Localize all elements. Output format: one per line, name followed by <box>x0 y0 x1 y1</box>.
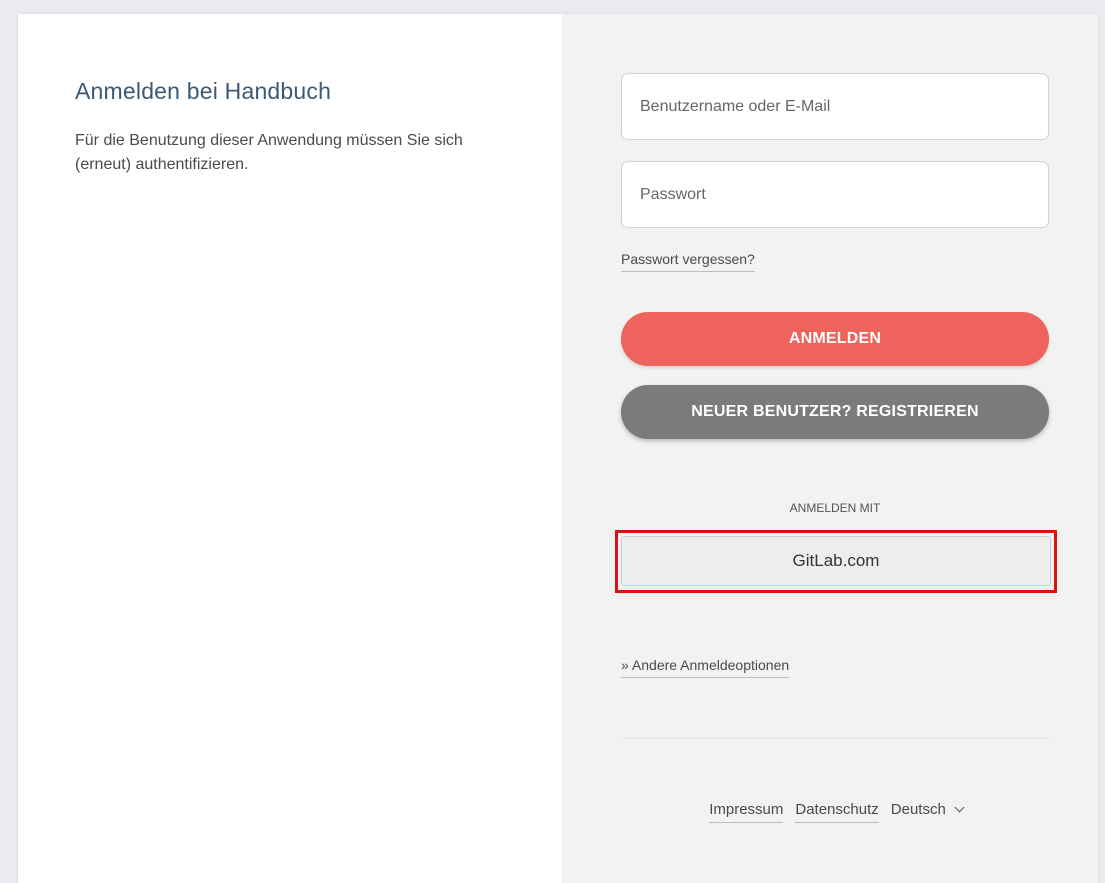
imprint-link[interactable]: Impressum <box>709 801 784 823</box>
external-login-heading: ANMELDEN MIT <box>789 501 881 515</box>
privacy-link[interactable]: Datenschutz <box>795 801 879 823</box>
login-button[interactable]: ANMELDEN <box>621 312 1049 366</box>
login-form-panel: Passwort vergessen? ANMELDEN NEUER BENUT… <box>562 14 1098 883</box>
gitlab-login-button[interactable]: GitLab.com <box>621 536 1051 586</box>
language-label: Deutsch <box>890 801 946 818</box>
register-button[interactable]: NEUER BENUTZER? REGISTRIEREN <box>621 385 1049 439</box>
chevron-down-icon <box>954 802 965 813</box>
footer: Impressum Datenschutz Deutsch <box>621 801 1051 823</box>
gitlab-highlight-box: GitLab.com <box>615 530 1057 593</box>
other-login-options-link[interactable]: » Andere Anmeldeoptionen <box>621 657 790 678</box>
username-input[interactable] <box>621 73 1049 140</box>
footer-divider <box>621 738 1051 739</box>
language-selector[interactable]: Deutsch <box>890 801 965 823</box>
page-description: Für die Benutzung dieser Anwendung müsse… <box>75 132 463 173</box>
page-title: Anmelden bei Handbuch <box>75 78 332 104</box>
intro-panel: Anmelden bei Handbuch Für die Benutzung … <box>18 14 562 883</box>
password-input[interactable] <box>621 161 1049 228</box>
login-card: Anmelden bei Handbuch Für die Benutzung … <box>18 14 1098 883</box>
forgot-password-link[interactable]: Passwort vergessen? <box>621 251 755 272</box>
